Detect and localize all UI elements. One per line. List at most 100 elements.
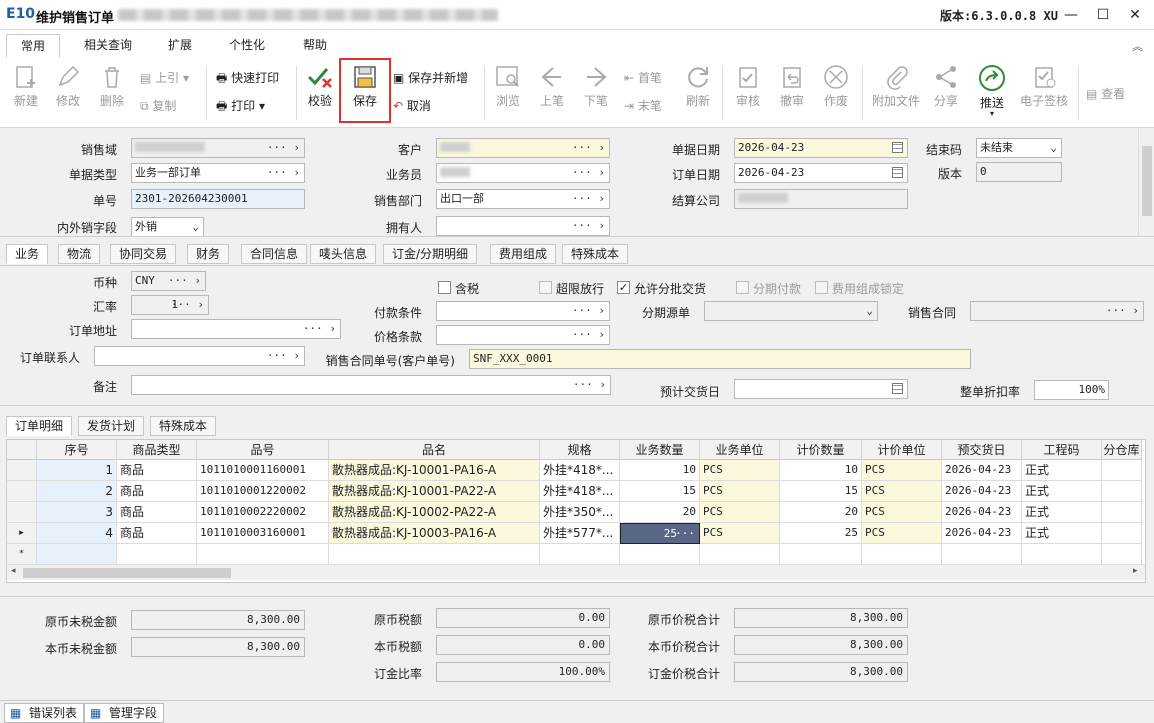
grid-cell[interactable]: 25: [780, 523, 862, 544]
column-header[interactable]: 业务数量: [620, 440, 700, 460]
column-header[interactable]: 规格: [540, 440, 620, 460]
est-delivery-field[interactable]: [734, 379, 908, 399]
tab-common[interactable]: 常用: [6, 34, 61, 58]
order-address-field[interactable]: ··· ›: [131, 319, 341, 339]
grid-cell[interactable]: 正式: [1022, 460, 1102, 481]
new-row[interactable]: *: [7, 544, 1145, 565]
row-indicator[interactable]: [7, 502, 37, 523]
salesman-field[interactable]: ··· ›: [436, 163, 610, 183]
tab-order-detail[interactable]: 订单明细: [6, 416, 73, 436]
tab-help[interactable]: 帮助: [289, 34, 341, 58]
grid-cell[interactable]: 商品: [117, 481, 197, 502]
grid-cell[interactable]: [197, 544, 329, 565]
grid-cell[interactable]: 2: [37, 481, 117, 502]
tab-grid-special-cost[interactable]: 特殊成本: [150, 416, 217, 436]
splitter[interactable]: [0, 236, 1154, 244]
grid-cell[interactable]: [1102, 544, 1142, 565]
column-header[interactable]: 预交货日: [942, 440, 1022, 460]
currency-field[interactable]: CNY ··· ›: [131, 271, 206, 291]
grid-cell[interactable]: 商品: [117, 523, 197, 544]
close-button[interactable]: ✕: [1120, 4, 1150, 26]
grid-cell[interactable]: 2026-04-23: [942, 502, 1022, 523]
grid-cell[interactable]: 1011010001220002: [197, 481, 329, 502]
allow-batch-checkbox[interactable]: ✓: [617, 281, 630, 294]
order-contact-field[interactable]: ··· ›: [94, 346, 305, 366]
close-code-select[interactable]: 未结束 ⌄: [976, 138, 1062, 158]
grid-cell[interactable]: [1102, 523, 1142, 544]
view-button[interactable]: ▤ 查看: [1086, 84, 1125, 104]
grid-cell[interactable]: [862, 544, 942, 565]
tab-logistics[interactable]: 物流: [58, 244, 101, 264]
error-list-tab[interactable]: ▦ 错误列表: [4, 703, 85, 723]
ellipsis-icon[interactable]: ···: [675, 524, 695, 543]
fee-lock-checkbox[interactable]: [815, 281, 828, 294]
share-button[interactable]: 分享: [928, 64, 964, 109]
doc-no-field[interactable]: 2301-202604230001: [131, 189, 305, 209]
doc-type-field[interactable]: 业务一部订单 ··· ›: [131, 163, 305, 183]
save-and-new-button[interactable]: ▣ 保存并新增: [393, 68, 468, 88]
column-header[interactable]: 工程码: [1022, 440, 1102, 460]
prev-reference-button[interactable]: ▤ 上引 ▾: [140, 68, 189, 88]
column-header[interactable]: 品号: [197, 440, 329, 460]
delete-button[interactable]: 删除: [94, 64, 130, 109]
minimize-button[interactable]: —: [1056, 4, 1086, 26]
grid-cell[interactable]: 外挂*577*...: [540, 523, 620, 544]
customer-field[interactable]: ··· ›: [436, 138, 610, 158]
tab-shipping-mark[interactable]: 唛头信息: [310, 244, 377, 264]
grid-cell[interactable]: [117, 544, 197, 565]
scrollbar-thumb[interactable]: [1142, 146, 1152, 216]
grid-cell[interactable]: 商品: [117, 502, 197, 523]
grid-cell[interactable]: 1: [37, 460, 117, 481]
grid-cell[interactable]: 外挂*418*...: [540, 481, 620, 502]
grid-cell[interactable]: PCS: [700, 502, 780, 523]
grid-cell[interactable]: 20: [620, 502, 700, 523]
grid-cell[interactable]: [540, 544, 620, 565]
grid-cell[interactable]: PCS: [700, 460, 780, 481]
print-button[interactable]: 🖶 打印 ▾: [216, 96, 265, 116]
quick-print-button[interactable]: 🖶 快速打印: [216, 68, 279, 88]
collapse-ribbon-icon[interactable]: ︽: [1132, 38, 1143, 54]
copy-button[interactable]: ⧉ 复制: [140, 96, 176, 116]
grid-cell[interactable]: 正式: [1022, 502, 1102, 523]
domestic-select[interactable]: 外销 ⌄: [131, 217, 204, 237]
save-button[interactable]: 保存: [343, 64, 387, 109]
contract-no-field[interactable]: SNF_XXX_0001: [469, 349, 971, 369]
scroll-right-icon[interactable]: ▸: [1133, 566, 1138, 576]
last-record-button[interactable]: ⇥ 末笔: [624, 96, 662, 116]
grid-cell[interactable]: [1102, 502, 1142, 523]
grid-cell[interactable]: 散热器成品:KJ-10002-PA22-A: [329, 502, 540, 523]
refresh-button[interactable]: 刷新: [680, 64, 716, 109]
row-indicator[interactable]: *: [7, 544, 37, 565]
tax-included-checkbox[interactable]: [438, 281, 451, 294]
row-indicator[interactable]: [7, 481, 37, 502]
grid-cell[interactable]: 2026-04-23: [942, 481, 1022, 502]
grid-cell[interactable]: 正式: [1022, 523, 1102, 544]
installment-source-field[interactable]: ⌄: [704, 301, 878, 321]
grid-cell[interactable]: 商品: [117, 460, 197, 481]
sales-contract-field[interactable]: ··· ›: [970, 301, 1144, 321]
grid-cell[interactable]: [700, 544, 780, 565]
tab-delivery-plan[interactable]: 发货计划: [78, 416, 145, 436]
sales-domain-field[interactable]: ··· ›: [131, 138, 305, 158]
unaudit-button[interactable]: 撤审: [774, 64, 810, 109]
grid-cell[interactable]: 散热器成品:KJ-10003-PA16-A: [329, 523, 540, 544]
grid-cell[interactable]: [1102, 481, 1142, 502]
grid-cell[interactable]: [329, 544, 540, 565]
grid-cell[interactable]: [942, 544, 1022, 565]
payment-terms-field[interactable]: ··· ›: [436, 301, 610, 321]
grid-cell[interactable]: PCS: [862, 460, 942, 481]
tab-deposit[interactable]: 订金/分期明细: [383, 244, 478, 264]
sales-dept-field[interactable]: 出口一部 ··· ›: [436, 189, 610, 209]
attach-file-button[interactable]: 附加文件: [868, 64, 924, 109]
table-row[interactable]: ▸ 4 商品 1011010003160001 散热器成品:KJ-10003-PA16-…: [7, 523, 1145, 544]
grid-cell[interactable]: 2026-04-23: [942, 523, 1022, 544]
tab-contract[interactable]: 合同信息: [241, 244, 308, 264]
scroll-left-icon[interactable]: ◂: [11, 566, 16, 576]
calendar-icon[interactable]: [892, 383, 903, 394]
tab-extend[interactable]: 扩展: [154, 34, 206, 58]
remark-field[interactable]: ··· ›: [131, 375, 611, 395]
tab-personalize[interactable]: 个性化: [215, 34, 279, 58]
manage-fields-tab[interactable]: ▦ 管理字段: [84, 703, 165, 723]
grid-cell[interactable]: [620, 544, 700, 565]
grid-cell[interactable]: [37, 544, 117, 565]
